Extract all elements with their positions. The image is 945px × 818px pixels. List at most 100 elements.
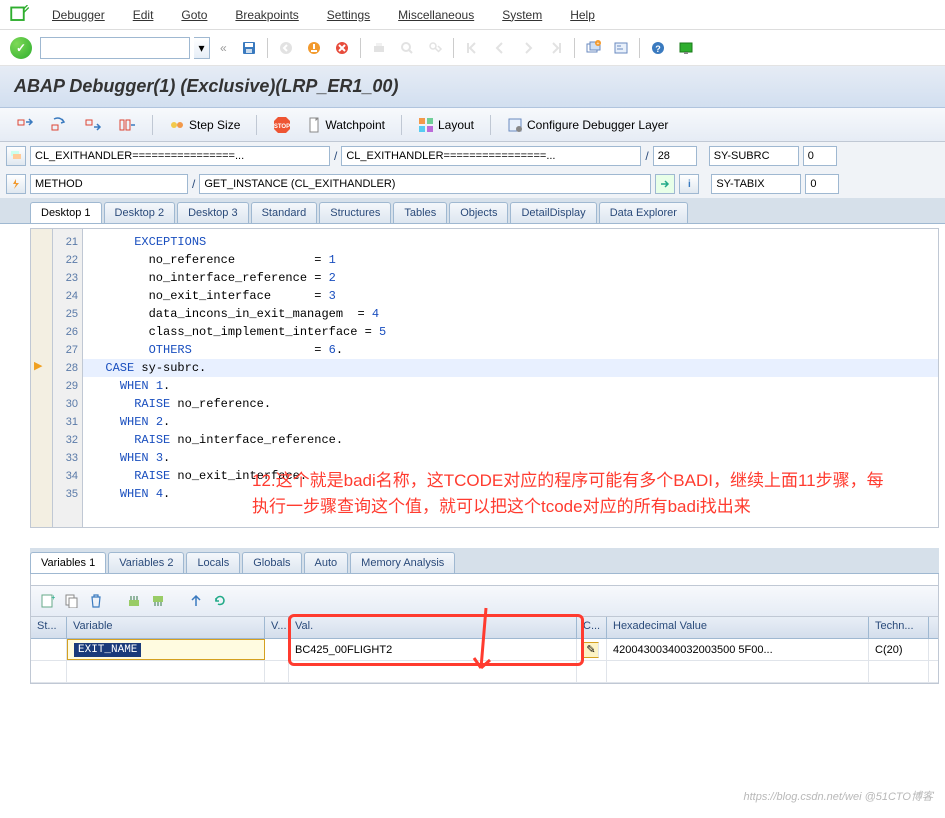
variable-tech: C(20) bbox=[869, 639, 929, 660]
menu-system[interactable]: System bbox=[502, 8, 542, 22]
goto-source-icon[interactable] bbox=[655, 174, 675, 194]
sy-tabix-value bbox=[805, 174, 839, 194]
back-icon bbox=[275, 37, 297, 59]
hdr-status[interactable]: St... bbox=[31, 617, 67, 638]
find-next-icon bbox=[424, 37, 446, 59]
last-page-icon bbox=[545, 37, 567, 59]
menu-breakpoints[interactable]: Breakpoints bbox=[235, 8, 298, 22]
menu-icon[interactable] bbox=[10, 7, 30, 23]
tab-objects[interactable]: Objects bbox=[449, 202, 508, 223]
tab-desktop-3[interactable]: Desktop 3 bbox=[177, 202, 249, 223]
sy-subrc-value bbox=[803, 146, 837, 166]
method-value-field[interactable] bbox=[199, 174, 651, 194]
find-icon bbox=[396, 37, 418, 59]
tab-globals[interactable]: Globals bbox=[242, 552, 301, 573]
menu-settings[interactable]: Settings bbox=[327, 8, 370, 22]
svg-text:STOP: STOP bbox=[274, 124, 290, 130]
info-icon[interactable]: i bbox=[679, 174, 699, 194]
empty-row[interactable] bbox=[31, 661, 938, 683]
new-var-icon[interactable]: + bbox=[39, 592, 57, 610]
tool-icon-2[interactable] bbox=[149, 592, 167, 610]
svg-text:?: ? bbox=[655, 44, 661, 54]
hdr-v[interactable]: V... bbox=[265, 617, 289, 638]
line-field[interactable] bbox=[653, 146, 697, 166]
gui-options-icon[interactable] bbox=[675, 37, 697, 59]
next-page-icon bbox=[517, 37, 539, 59]
top-menubar: Debugger Edit Goto Breakpoints Settings … bbox=[0, 0, 945, 30]
sy-tabix-label bbox=[711, 174, 801, 194]
variable-row[interactable]: EXIT_NAME BC425_00FLIGHT2 ✎ 420043003400… bbox=[31, 639, 938, 661]
svg-text:+: + bbox=[51, 594, 55, 602]
hdr-tech[interactable]: Techn... bbox=[869, 617, 929, 638]
edit-pencil-icon[interactable]: ✎ bbox=[583, 642, 599, 658]
code-area: ▶ 212223242526272829303132333435 EXCEPTI… bbox=[30, 228, 939, 528]
delete-var-icon[interactable] bbox=[87, 592, 105, 610]
layout-button[interactable]: Layout bbox=[412, 115, 480, 135]
marker-gutter: ▶ bbox=[31, 229, 53, 527]
tab-tables[interactable]: Tables bbox=[393, 202, 447, 223]
save-icon[interactable] bbox=[238, 37, 260, 59]
tab-auto[interactable]: Auto bbox=[304, 552, 349, 573]
menu-edit[interactable]: Edit bbox=[133, 8, 154, 22]
hdr-variable[interactable]: Variable bbox=[67, 617, 265, 638]
first-page-icon bbox=[461, 37, 483, 59]
print-icon bbox=[368, 37, 390, 59]
watchpoint-button[interactable]: Watchpoint bbox=[301, 115, 391, 135]
desktop-tabs: Desktop 1 Desktop 2 Desktop 3 Standard S… bbox=[0, 198, 945, 224]
class-field-1[interactable] bbox=[30, 146, 330, 166]
current-line-arrow-icon: ▶ bbox=[31, 359, 52, 372]
menu-miscellaneous[interactable]: Miscellaneous bbox=[398, 8, 474, 22]
step-out-button[interactable] bbox=[78, 115, 108, 135]
variable-tabs: Variables 1 Variables 2 Locals Globals A… bbox=[30, 548, 939, 574]
tab-detail[interactable]: DetailDisplay bbox=[510, 202, 596, 223]
help-icon[interactable]: ? bbox=[647, 37, 669, 59]
watermark: https://blog.csdn.net/wei @51CTO博客 bbox=[744, 788, 934, 804]
tab-desktop-2[interactable]: Desktop 2 bbox=[104, 202, 176, 223]
variable-grid: St... Variable V... Val. C... Hexadecima… bbox=[30, 617, 939, 684]
tab-variables-2[interactable]: Variables 2 bbox=[108, 552, 184, 573]
hdr-hex[interactable]: Hexadecimal Value bbox=[607, 617, 869, 638]
main-toolbar: ✓ ▾ « + ? bbox=[0, 30, 945, 66]
ok-check-icon[interactable]: ✓ bbox=[10, 37, 32, 59]
shortcut-icon[interactable] bbox=[610, 37, 632, 59]
code-lines[interactable]: EXCEPTIONS no_reference = 1 no_interface… bbox=[83, 229, 938, 527]
tool-icon-1[interactable] bbox=[125, 592, 143, 610]
tab-locals[interactable]: Locals bbox=[186, 552, 240, 573]
menu-goto[interactable]: Goto bbox=[181, 8, 207, 22]
menu-help[interactable]: Help bbox=[570, 8, 595, 22]
step-into-button[interactable] bbox=[10, 115, 40, 135]
class-row-1: / / bbox=[0, 142, 945, 170]
debugger-toolbar: Step Size STOP Watchpoint Layout Configu… bbox=[0, 108, 945, 142]
tab-structures[interactable]: Structures bbox=[319, 202, 391, 223]
hdr-c[interactable]: C... bbox=[577, 617, 607, 638]
new-session-icon[interactable]: + bbox=[582, 37, 604, 59]
event-icon[interactable] bbox=[6, 174, 26, 194]
refresh-icon[interactable] bbox=[211, 592, 229, 610]
cancel-icon[interactable] bbox=[331, 37, 353, 59]
tab-standard[interactable]: Standard bbox=[251, 202, 318, 223]
continue-button[interactable] bbox=[112, 115, 142, 135]
tab-desktop-1[interactable]: Desktop 1 bbox=[30, 202, 102, 223]
stop-button[interactable]: STOP bbox=[267, 114, 297, 136]
tab-memory[interactable]: Memory Analysis bbox=[350, 552, 455, 573]
tab-data-explorer[interactable]: Data Explorer bbox=[599, 202, 688, 223]
variable-name: EXIT_NAME bbox=[74, 643, 141, 657]
exit-icon[interactable] bbox=[303, 37, 325, 59]
menu-debugger[interactable]: Debugger bbox=[52, 8, 105, 22]
step-size-button[interactable]: Step Size bbox=[163, 115, 246, 135]
svg-text:+: + bbox=[596, 41, 599, 47]
method-label-field bbox=[30, 174, 188, 194]
tcode-dropdown[interactable]: ▾ bbox=[194, 37, 210, 59]
class-field-2[interactable] bbox=[341, 146, 641, 166]
tcode-input[interactable] bbox=[40, 37, 190, 59]
line-gutter: 212223242526272829303132333435 bbox=[53, 229, 83, 527]
prev-page-icon bbox=[489, 37, 511, 59]
nav-stack-icon[interactable] bbox=[6, 146, 26, 166]
expand-icon[interactable] bbox=[187, 592, 205, 610]
step-over-button[interactable] bbox=[44, 115, 74, 135]
title-bar: ABAP Debugger(1) (Exclusive)(LRP_ER1_00) bbox=[0, 66, 945, 108]
copy-var-icon[interactable] bbox=[63, 592, 81, 610]
hdr-val[interactable]: Val. bbox=[289, 617, 577, 638]
tab-variables-1[interactable]: Variables 1 bbox=[30, 552, 106, 573]
configure-layer-button[interactable]: Configure Debugger Layer bbox=[501, 115, 674, 135]
